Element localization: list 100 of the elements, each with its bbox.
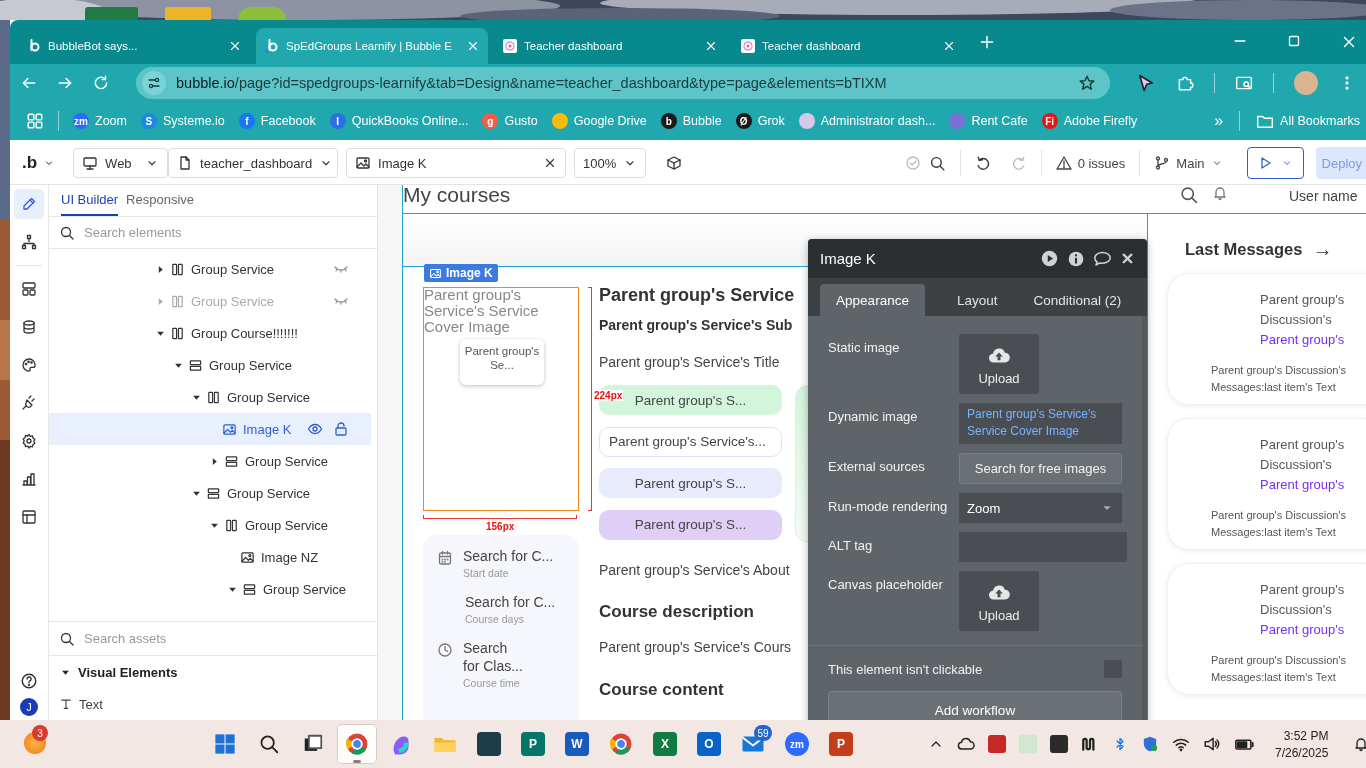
width-label: 156px (485, 521, 516, 532)
reload-icon[interactable] (92, 74, 110, 92)
expand-arrow-icon[interactable] (156, 264, 165, 274)
lock-icon[interactable] (333, 421, 349, 437)
browser-tab[interactable]: BubbleBot says... (18, 28, 250, 64)
taskbar-app[interactable]: zm (777, 724, 817, 764)
tree-item[interactable]: Group Service (49, 253, 371, 285)
taskbar-app[interactable]: P (513, 724, 553, 764)
section-header[interactable]: Visual Elements (49, 656, 377, 688)
bookmark-icon: I (329, 113, 346, 129)
help-icon[interactable] (20, 672, 38, 690)
assets-search-field[interactable]: Search assets (84, 626, 377, 651)
maximize-icon[interactable] (1286, 33, 1302, 49)
group-link[interactable]: Parent group's (1260, 477, 1345, 492)
new-tab-icon[interactable] (978, 33, 996, 51)
bookmark[interactable]: I QuickBooks Online... (329, 113, 469, 129)
tab-close-icon[interactable] (942, 39, 956, 53)
expand-arrow-icon[interactable] (210, 456, 219, 466)
arrow-link[interactable]: → (1312, 238, 1333, 261)
bookmark[interactable]: Fi Adobe Firefly (1041, 113, 1138, 129)
branch-dropdown[interactable]: Main (1154, 155, 1223, 171)
sidebar-tab[interactable]: UI Builder (61, 185, 119, 216)
logo-menu[interactable]: .b (18, 153, 66, 173)
render-mode-dropdown[interactable]: Zoom (959, 493, 1122, 523)
upload-button[interactable]: Upload (959, 571, 1039, 631)
search-field[interactable]: Search elements (84, 220, 377, 245)
tree-item[interactable]: Image K (49, 413, 371, 445)
taskbar-app[interactable]: O (689, 724, 729, 764)
message-card[interactable]: Parent group's Discussion's Parent group's Parent group's Discussion's Messages:last item's Text (1167, 563, 1366, 695)
play-icon[interactable] (1040, 249, 1059, 268)
browser-tab[interactable]: Teacher dashboard (494, 28, 726, 64)
element-item[interactable]: Text (49, 688, 377, 720)
tab-close-icon[interactable] (704, 39, 718, 53)
issues-button[interactable]: 0 issues (1055, 155, 1126, 171)
sidebar-tab[interactable]: Responsive (126, 185, 194, 216)
apps-icon[interactable] (26, 112, 44, 130)
bookmark[interactable]: S Systeme.io (140, 113, 225, 129)
site-info-icon[interactable] (146, 75, 162, 91)
cloud-icon[interactable] (957, 735, 975, 753)
browser-app[interactable] (337, 724, 377, 764)
design-tab[interactable] (14, 189, 44, 219)
group-link[interactable]: Parent group's (1260, 332, 1345, 347)
tree-item[interactable]: Group Service (49, 477, 371, 509)
address-bar[interactable]: bubble.io/page?id=spedgroups-learnify&tab=Design&name=teacher_dashboard&type=page&elements=bTIXM (136, 67, 1110, 99)
panel-tab[interactable]: Appearance (820, 284, 925, 316)
tree-item[interactable]: Group Course!!!!!!! (49, 317, 371, 349)
cursor-icon[interactable] (1136, 73, 1156, 93)
add-workflow-button[interactable]: Add workflow (828, 691, 1122, 720)
taskbar-app[interactable]: P (821, 724, 861, 764)
bookmark[interactable]: f Facebook (238, 113, 316, 129)
browser-tab[interactable]: Teacher dashboard (732, 28, 964, 64)
taskbar-app[interactable]: W (557, 724, 597, 764)
bookmark-star-icon[interactable] (1078, 74, 1096, 92)
zoom-percent-dropdown[interactable]: 100% (574, 148, 647, 178)
expression-field[interactable]: Parent group's Service's Service Cover Image (959, 403, 1122, 444)
info-icon[interactable] (1067, 249, 1085, 268)
tree-item[interactable]: Image NZ (49, 541, 371, 573)
platform-dropdown[interactable]: Web (73, 148, 169, 178)
property-label: Static image (828, 339, 901, 357)
shield-icon[interactable] (1141, 735, 1159, 753)
message-card[interactable]: Parent group's Discussion's Parent group's Parent group's Discussion's Messages:last item's Text (1167, 418, 1366, 550)
close-icon[interactable] (1120, 251, 1135, 266)
comment-icon[interactable] (1093, 249, 1112, 268)
element-field[interactable]: Image K (346, 148, 567, 178)
panel-tab[interactable]: Conditional (2) (1015, 284, 1140, 316)
bookmark[interactable]: b Bubble (660, 113, 722, 129)
search-icon[interactable] (1179, 185, 1199, 205)
tray-app-icon[interactable] (1050, 735, 1068, 753)
tab-close-icon[interactable] (466, 39, 480, 53)
message-text: Parent group's Discussion's Messages:last item's Text (1211, 508, 1348, 540)
bubble-logo-icon (264, 38, 280, 54)
tree-item[interactable]: Group Service (49, 573, 371, 605)
puzzle-icon[interactable] (1176, 74, 1194, 92)
tree-item[interactable]: Group Service (49, 445, 371, 477)
upload-button[interactable]: Upload (959, 334, 1039, 394)
tree-item[interactable]: Group Service (49, 349, 371, 381)
tab-search-icon[interactable] (1235, 74, 1253, 92)
search-images-button[interactable]: Search for free images (959, 453, 1122, 484)
taskbar-app[interactable]: X (645, 724, 685, 764)
bookmark[interactable]: Ø Grok (735, 113, 785, 129)
preview-button[interactable] (1246, 147, 1304, 179)
discussion-name: Parent group's Discussion's (1260, 291, 1346, 329)
tree-item[interactable]: Group Service (49, 509, 371, 541)
clock[interactable]: 3:52 PM 7/26/2025 (1275, 728, 1329, 760)
page-dropdown[interactable]: teacher_dashboard (168, 148, 339, 178)
search-icon[interactable] (928, 154, 946, 172)
tab-close-icon[interactable] (228, 39, 242, 53)
bookmark[interactable]: zm Zoom (73, 113, 127, 129)
mail-app[interactable]: 59 (733, 724, 773, 764)
bell-icon[interactable] (1212, 185, 1228, 201)
panel-tab[interactable]: Layout (939, 284, 1016, 316)
check-circle-icon (904, 155, 921, 171)
user-avatar[interactable]: J (20, 698, 38, 716)
tree-item[interactable]: Group Service (49, 381, 371, 413)
cube-icon[interactable] (666, 155, 683, 171)
notifications-icon[interactable] (1353, 736, 1366, 752)
eye-icon[interactable] (307, 421, 323, 437)
message-card[interactable]: Parent group's Discussion's Parent group's Parent group's Discussion's Messages:last item's Text (1167, 273, 1366, 405)
group-link[interactable]: Parent group's (1260, 622, 1345, 637)
volume-icon[interactable] (1203, 735, 1221, 753)
